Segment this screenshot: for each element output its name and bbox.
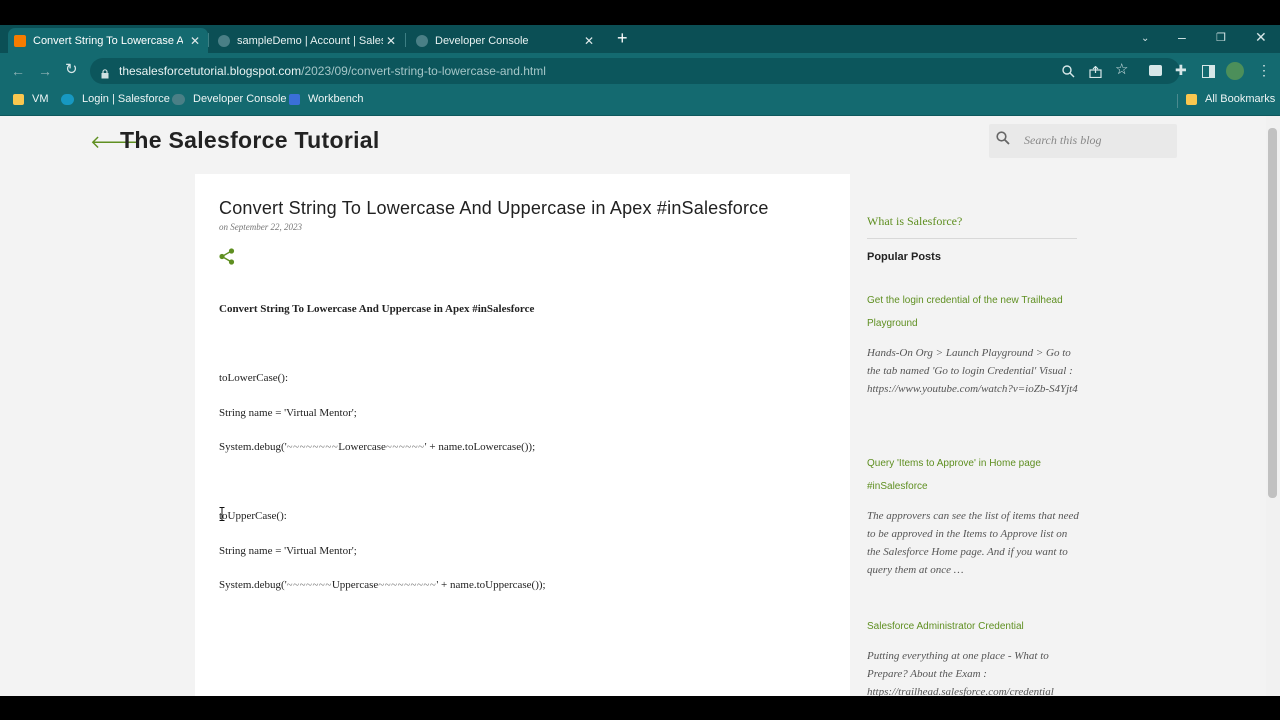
back-icon[interactable]: ← <box>11 64 25 78</box>
tab-developer-console[interactable]: Developer Console ✕ <box>410 28 602 53</box>
new-tab-plus-icon[interactable]: + <box>617 29 628 47</box>
code-tilde: ~~~~~~~ <box>286 579 332 591</box>
code-fragment: ' + name.toUppercase()); <box>436 579 546 591</box>
profile-avatar-icon[interactable] <box>1226 62 1244 80</box>
code-line-uppercase-debug: System.debug('~~~~~~~Uppercase~~~~~~~~~'… <box>219 579 546 591</box>
scrollbar-thumb[interactable] <box>1268 128 1277 498</box>
share-page-icon[interactable] <box>1089 65 1102 83</box>
close-tab-icon[interactable]: ✕ <box>386 34 396 48</box>
post-card <box>195 174 850 704</box>
lock-icon[interactable] <box>101 66 109 84</box>
code-fragment: Uppercase <box>331 579 379 591</box>
salesforce-cloud-icon <box>416 34 428 47</box>
tab-separator <box>405 33 406 47</box>
extensions-puzzle-icon[interactable]: ✚ <box>1175 63 1187 77</box>
folder-icon <box>1186 93 1197 105</box>
forward-icon[interactable]: → <box>38 64 52 78</box>
popular-post-title-link[interactable]: Query 'Items to Approve' in Home page #i… <box>867 452 1067 498</box>
code-fragment: ' + name.toLowercase()); <box>424 441 536 453</box>
url-path: /2023/09/convert-string-to-lowercase-and… <box>301 64 546 78</box>
tab-title: Convert String To Lowercase And <box>33 34 183 47</box>
code-line-uppercase-method: toUpperCase(): <box>219 510 287 522</box>
tab-title: Developer Console <box>435 34 529 47</box>
popular-post-title-link[interactable]: Get the login credential of the new Trai… <box>867 289 1067 335</box>
close-tab-icon[interactable]: ✕ <box>190 34 200 48</box>
screen-top-bar <box>0 0 1280 25</box>
sidebar-divider <box>867 238 1077 239</box>
all-bookmarks-label: All Bookmarks <box>1205 93 1276 105</box>
blog-title[interactable]: The Salesforce Tutorial <box>120 127 380 154</box>
salesforce-cloud-icon <box>218 34 230 47</box>
minimize-window-icon[interactable]: – <box>1178 30 1186 44</box>
url-host: thesalesforcetutorial.blogspot.com <box>119 64 302 78</box>
url-text[interactable]: thesalesforcetutorial.blogspot.com/2023/… <box>119 64 546 78</box>
sidebar-what-is-salesforce-link[interactable]: What is Salesforce? <box>867 214 962 229</box>
code-line-lowercase-debug: System.debug('~~~~~~~~Lowercase~~~~~~' +… <box>219 441 535 453</box>
tab-convert-string[interactable]: Convert String To Lowercase And ✕ <box>8 28 208 53</box>
menu-kebab-icon[interactable]: ⋮ <box>1257 63 1271 77</box>
close-tab-icon[interactable]: ✕ <box>584 34 594 48</box>
folder-icon <box>13 93 24 105</box>
salesforce-cloud-icon <box>61 93 74 105</box>
zoom-icon[interactable] <box>1062 65 1075 83</box>
tab-title: sampleDemo | Account | Salesfor <box>237 34 383 47</box>
reload-icon[interactable]: ↻ <box>65 62 78 77</box>
screen-bottom-bar <box>0 696 1280 720</box>
search-icon[interactable] <box>996 131 1010 150</box>
bookmark-star-icon[interactable]: ☆ <box>1115 62 1128 77</box>
bookmark-developer-console[interactable]: Developer Console <box>172 93 287 105</box>
code-tilde: ~~~~~~ <box>385 441 425 453</box>
popular-posts-heading: Popular Posts <box>867 251 941 263</box>
code-line-lowercase-declaration: String name = 'Virtual Mentor'; <box>219 407 357 419</box>
popular-post-snippet: Putting everything at one place - What t… <box>867 650 1054 696</box>
code-line-lowercase-method: toLowerCase(): <box>219 372 289 384</box>
code-tilde: ~~~~~~~~~ <box>378 579 437 591</box>
bookmark-vm[interactable]: VM <box>13 93 49 105</box>
bookmark-label: VM <box>32 93 49 105</box>
post-date: on September 22, 2023 <box>219 222 302 232</box>
side-panel-icon[interactable] <box>1202 65 1215 78</box>
share-icon[interactable] <box>219 248 235 270</box>
tab-search-chevron-icon[interactable]: ⌄ <box>1141 32 1149 46</box>
post-title: Convert String To Lowercase And Uppercas… <box>219 198 769 218</box>
code-fragment: Lowercase <box>338 441 386 453</box>
blogger-favicon-icon <box>14 34 26 47</box>
bookmark-label: Login | Salesforce <box>82 93 170 105</box>
bookmark-label: Workbench <box>308 93 364 105</box>
cube-icon <box>289 93 300 105</box>
post-body-heading: Convert String To Lowercase And Uppercas… <box>219 303 535 315</box>
code-fragment: System.debug(' <box>219 579 287 591</box>
screenshot-extension-icon[interactable] <box>1149 65 1162 76</box>
code-line-uppercase-declaration: String name = 'Virtual Mentor'; <box>219 545 357 557</box>
all-bookmarks-button[interactable]: All Bookmarks <box>1186 93 1275 105</box>
bookmark-workbench[interactable]: Workbench <box>289 93 363 105</box>
bookmark-login-salesforce[interactable]: Login | Salesforce <box>61 93 170 105</box>
popular-post-snippet: Hands-On Org > Launch Playground > Go to… <box>867 347 1078 395</box>
tab-sampledemo-account[interactable]: sampleDemo | Account | Salesfor ✕ <box>212 28 404 53</box>
code-fragment: System.debug(' <box>219 441 287 453</box>
bookmarks-divider <box>1177 94 1178 108</box>
cloud-icon <box>172 93 185 105</box>
tab-separator <box>208 33 209 47</box>
bookmark-label: Developer Console <box>193 93 287 105</box>
search-input[interactable] <box>1024 133 1174 148</box>
close-window-icon[interactable]: ✕ <box>1255 30 1267 44</box>
restore-window-icon[interactable]: ❐ <box>1216 31 1226 45</box>
text-cursor-icon <box>219 507 225 521</box>
popular-post-title-link[interactable]: Salesforce Administrator Credential <box>867 615 1067 638</box>
popular-post-snippet: The approvers can see the list of items … <box>867 510 1079 576</box>
code-tilde: ~~~~~~~~ <box>286 441 339 453</box>
